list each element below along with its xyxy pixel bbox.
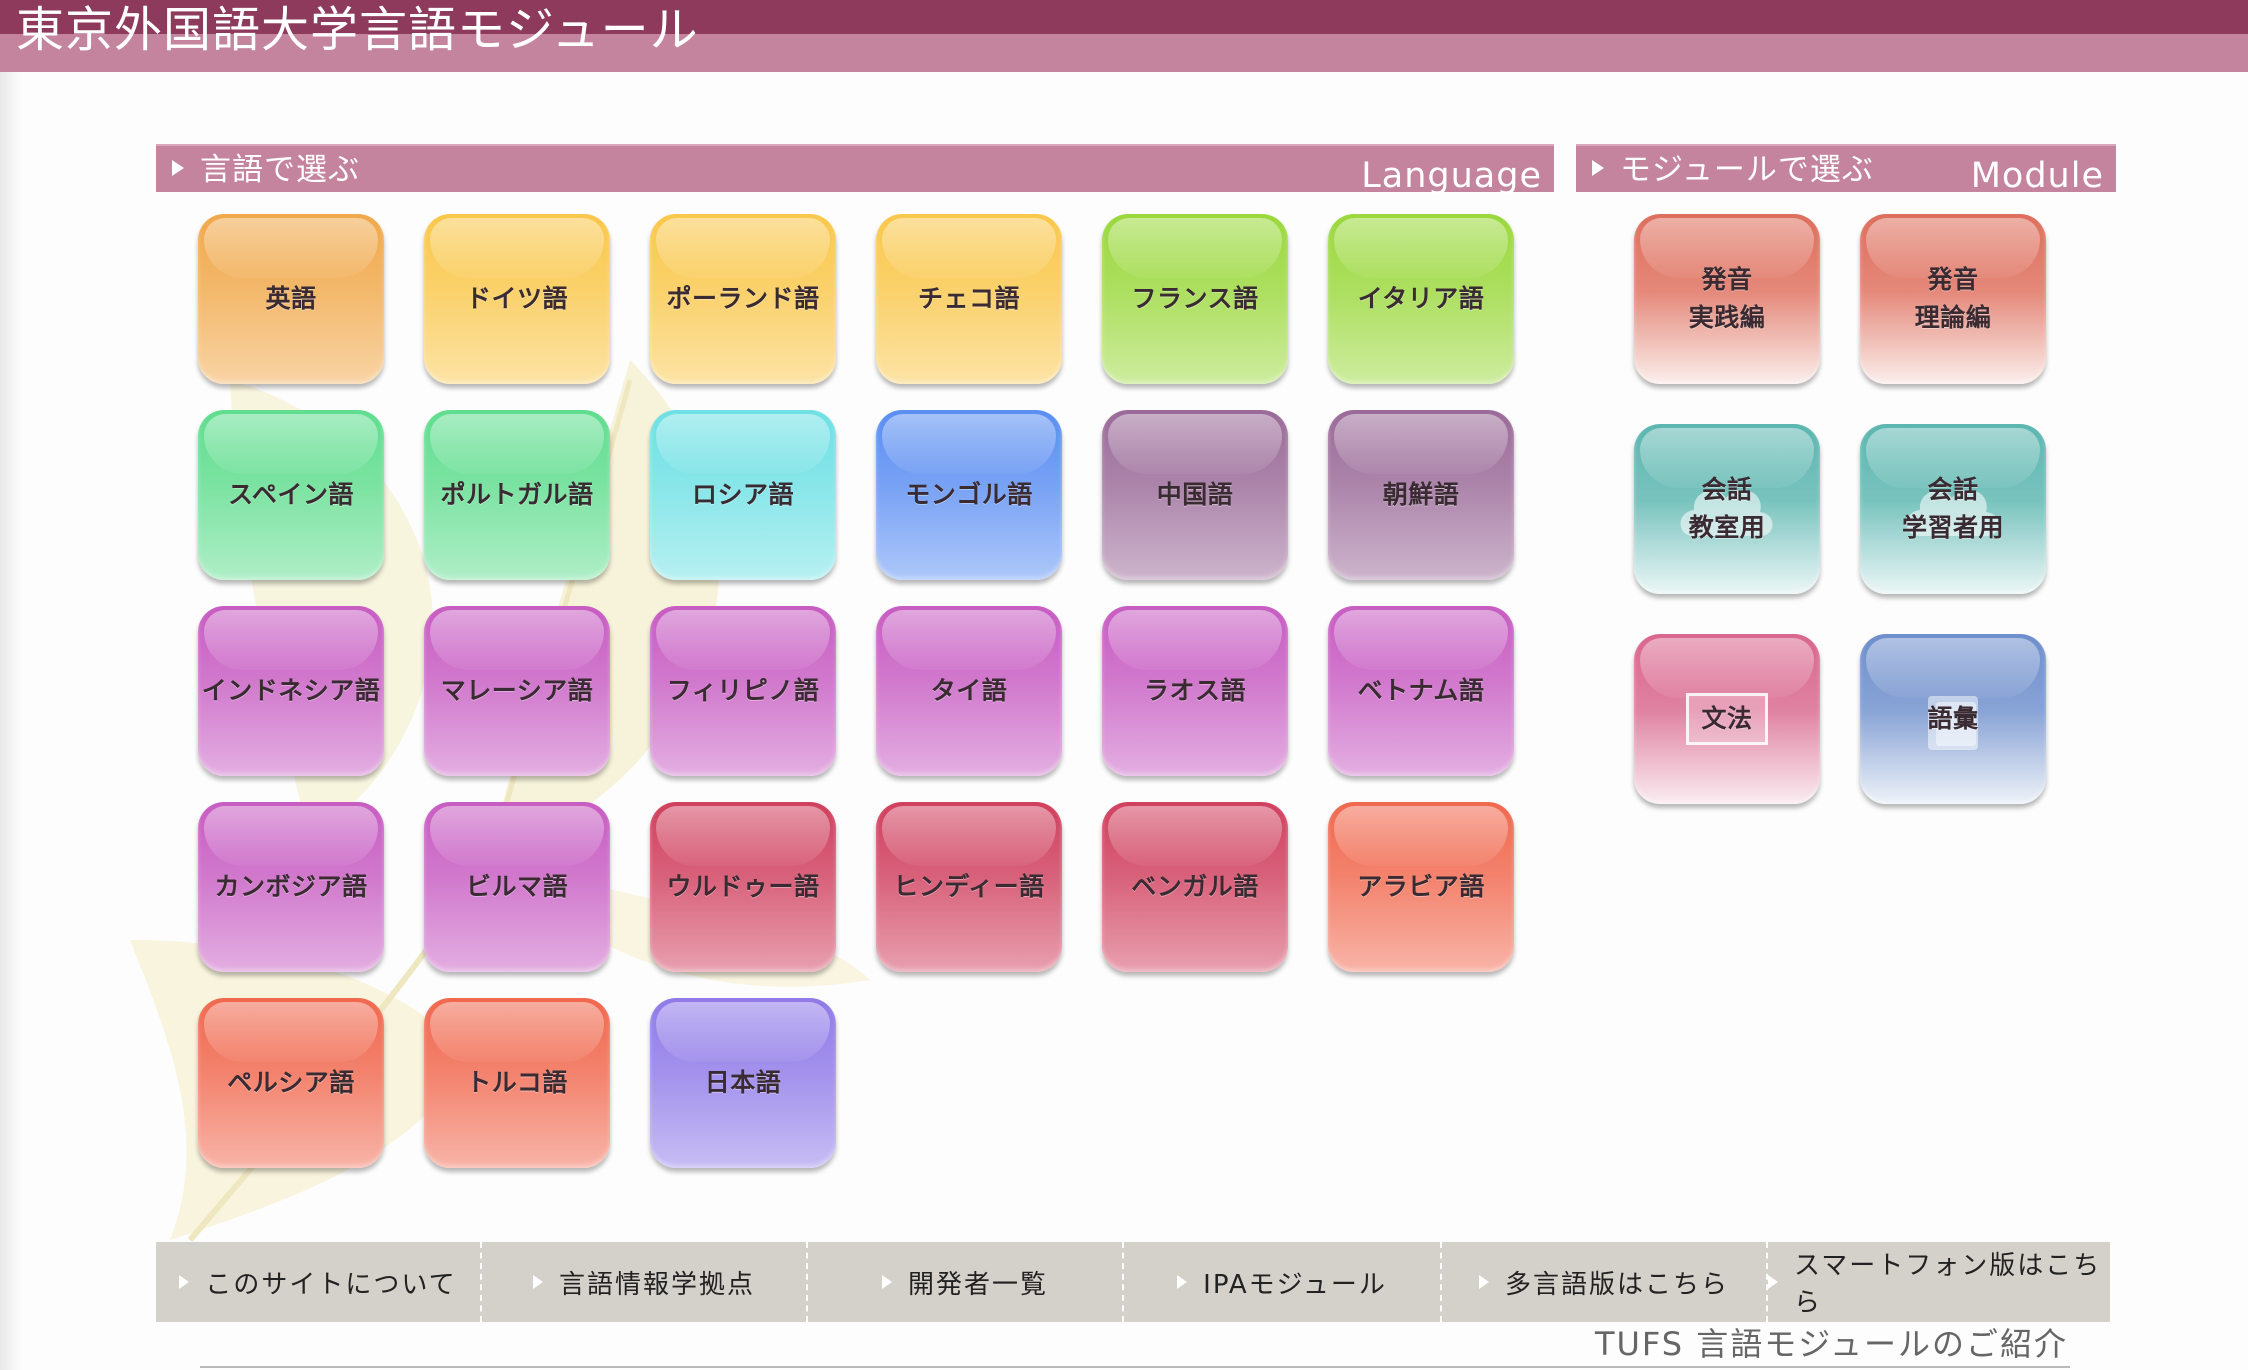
nav-label: 開発者一覧 bbox=[907, 1269, 1048, 1300]
language-tile-label: アラビア語 bbox=[1357, 872, 1485, 901]
module-tile-label: 文法 bbox=[1701, 704, 1753, 733]
module-section-label-en: Module bbox=[1970, 156, 2104, 196]
language-tile[interactable]: マレーシア語 bbox=[424, 606, 610, 776]
triangle-right-icon bbox=[1177, 1275, 1188, 1289]
language-tile[interactable]: ベンガル語 bbox=[1102, 802, 1288, 972]
language-tile-label: ペルシア語 bbox=[227, 1068, 355, 1097]
module-tile-label: 会話 教室用 bbox=[1688, 475, 1766, 542]
language-tile[interactable]: カンボジア語 bbox=[198, 802, 384, 972]
language-tile[interactable]: 中国語 bbox=[1102, 410, 1288, 580]
language-tile-label: ポルトガル語 bbox=[440, 480, 594, 509]
nav-about-site[interactable]: このサイトについて bbox=[156, 1242, 482, 1322]
language-section-label: 言語で選ぶ bbox=[200, 152, 360, 188]
language-tile[interactable]: ベトナム語 bbox=[1328, 606, 1514, 776]
language-tile-label: 英語 bbox=[265, 284, 317, 313]
language-tile-label: イタリア語 bbox=[1357, 284, 1485, 313]
edge-shadow bbox=[0, 72, 22, 1370]
nav-label: 言語情報学拠点 bbox=[558, 1269, 755, 1300]
nav-label: 多言語版はこちら bbox=[1504, 1269, 1729, 1300]
module-tile-conversation-classroom[interactable]: 会話 教室用 bbox=[1634, 424, 1820, 594]
language-tile[interactable]: 英語 bbox=[198, 214, 384, 384]
language-tile[interactable]: イタリア語 bbox=[1328, 214, 1514, 384]
module-tile-grammar[interactable]: 文法 bbox=[1634, 634, 1820, 804]
module-tile-vocabulary[interactable]: 語彙 bbox=[1860, 634, 2046, 804]
language-tile-label: カンボジア語 bbox=[214, 872, 368, 901]
divider bbox=[200, 1366, 2070, 1368]
nav-label: スマートフォン版はこちら bbox=[1794, 1251, 2102, 1318]
language-tile-label: ポーランド語 bbox=[666, 284, 820, 313]
language-tile-label: チェコ語 bbox=[917, 284, 1020, 313]
language-tile-label: フランス語 bbox=[1131, 284, 1259, 313]
language-tile[interactable]: フランス語 bbox=[1102, 214, 1288, 384]
language-tile-label: ラオス語 bbox=[1143, 676, 1246, 705]
language-tile-label: フィリピノ語 bbox=[666, 676, 820, 705]
language-tile[interactable]: インドネシア語 bbox=[198, 606, 384, 776]
language-tile-label: 中国語 bbox=[1156, 480, 1234, 509]
language-tile-label: ウルドゥー語 bbox=[666, 872, 820, 901]
triangle-right-icon bbox=[179, 1275, 190, 1289]
language-tile-label: タイ語 bbox=[930, 676, 1008, 705]
module-section-header: モジュールで選ぶ Module bbox=[1576, 144, 2116, 196]
language-tile[interactable]: ポーランド語 bbox=[650, 214, 836, 384]
language-tile[interactable]: ポルトガル語 bbox=[424, 410, 610, 580]
triangle-right-icon bbox=[172, 160, 184, 176]
triangle-right-icon bbox=[532, 1275, 543, 1289]
module-tile-label: 発音 理論編 bbox=[1914, 265, 1992, 332]
language-tile[interactable]: 日本語 bbox=[650, 998, 836, 1168]
module-tile-pronunciation-practice[interactable]: 発音 実践編 bbox=[1634, 214, 1820, 384]
language-tile[interactable]: トルコ語 bbox=[424, 998, 610, 1168]
triangle-right-icon bbox=[881, 1275, 892, 1289]
language-tile-label: モンゴル語 bbox=[905, 480, 1033, 509]
nav-developers[interactable]: 開発者一覧 bbox=[808, 1242, 1124, 1322]
language-section-label-en: Language bbox=[1361, 156, 1542, 196]
language-tile[interactable]: モンゴル語 bbox=[876, 410, 1062, 580]
language-tile[interactable]: スペイン語 bbox=[198, 410, 384, 580]
module-tile-label: 発音 実践編 bbox=[1688, 265, 1766, 332]
language-tile[interactable]: ヒンディー語 bbox=[876, 802, 1062, 972]
language-tile[interactable]: チェコ語 bbox=[876, 214, 1062, 384]
module-section-label: モジュールで選ぶ bbox=[1620, 152, 1874, 188]
introduction-link[interactable]: TUFS 言語モジュールのご紹介 bbox=[1595, 1322, 2068, 1366]
language-tile-label: ベンガル語 bbox=[1131, 872, 1259, 901]
language-tile[interactable]: 朝鮮語 bbox=[1328, 410, 1514, 580]
language-tile-label: ビルマ語 bbox=[465, 872, 568, 901]
nav-smartphone[interactable]: スマートフォン版はこちら bbox=[1768, 1242, 2108, 1322]
language-tile[interactable]: アラビア語 bbox=[1328, 802, 1514, 972]
language-tile-label: ベトナム語 bbox=[1357, 676, 1485, 705]
site-title[interactable]: 東京外国語大学言語モジュール bbox=[16, 2, 699, 58]
language-tile[interactable]: ラオス語 bbox=[1102, 606, 1288, 776]
language-tile-label: マレーシア語 bbox=[440, 676, 594, 705]
nav-label: このサイトについて bbox=[205, 1269, 457, 1300]
language-tile[interactable]: フィリピノ語 bbox=[650, 606, 836, 776]
nav-language-info-center[interactable]: 言語情報学拠点 bbox=[482, 1242, 808, 1322]
language-tile[interactable]: ビルマ語 bbox=[424, 802, 610, 972]
language-tile[interactable]: タイ語 bbox=[876, 606, 1062, 776]
language-tile[interactable]: ペルシア語 bbox=[198, 998, 384, 1168]
language-tile-label: 日本語 bbox=[704, 1068, 782, 1097]
language-tile-label: トルコ語 bbox=[466, 1068, 568, 1097]
language-tile-label: ヒンディー語 bbox=[893, 872, 1045, 901]
module-tile-label: 語彙 bbox=[1927, 704, 1979, 733]
language-tile[interactable]: ウルドゥー語 bbox=[650, 802, 836, 972]
triangle-right-icon bbox=[1768, 1275, 1778, 1289]
nav-label: IPAモジュール bbox=[1203, 1269, 1387, 1300]
language-tile-label: ロシア語 bbox=[691, 480, 794, 509]
footer-nav: このサイトについて 言語情報学拠点 開発者一覧 IPAモジュール 多言語版はこち… bbox=[156, 1242, 2110, 1322]
language-tile-label: 朝鮮語 bbox=[1382, 480, 1460, 509]
language-tile-label: スペイン語 bbox=[228, 480, 354, 509]
language-tile[interactable]: ロシア語 bbox=[650, 410, 836, 580]
triangle-right-icon bbox=[1478, 1275, 1489, 1289]
nav-multilingual[interactable]: 多言語版はこちら bbox=[1442, 1242, 1768, 1322]
language-tile-label: ドイツ語 bbox=[465, 284, 568, 313]
triangle-right-icon bbox=[1592, 160, 1604, 176]
language-tile[interactable]: ドイツ語 bbox=[424, 214, 610, 384]
grammar-frame-icon: 文法 bbox=[1686, 693, 1768, 745]
language-tile-label: インドネシア語 bbox=[201, 676, 381, 705]
nav-ipa-module[interactable]: IPAモジュール bbox=[1124, 1242, 1442, 1322]
language-section-header: 言語で選ぶ Language bbox=[156, 144, 1554, 196]
module-tile-label: 会話 学習者用 bbox=[1901, 475, 2004, 542]
module-tile-pronunciation-theory[interactable]: 発音 理論編 bbox=[1860, 214, 2046, 384]
module-tile-conversation-learner[interactable]: 会話 学習者用 bbox=[1860, 424, 2046, 594]
